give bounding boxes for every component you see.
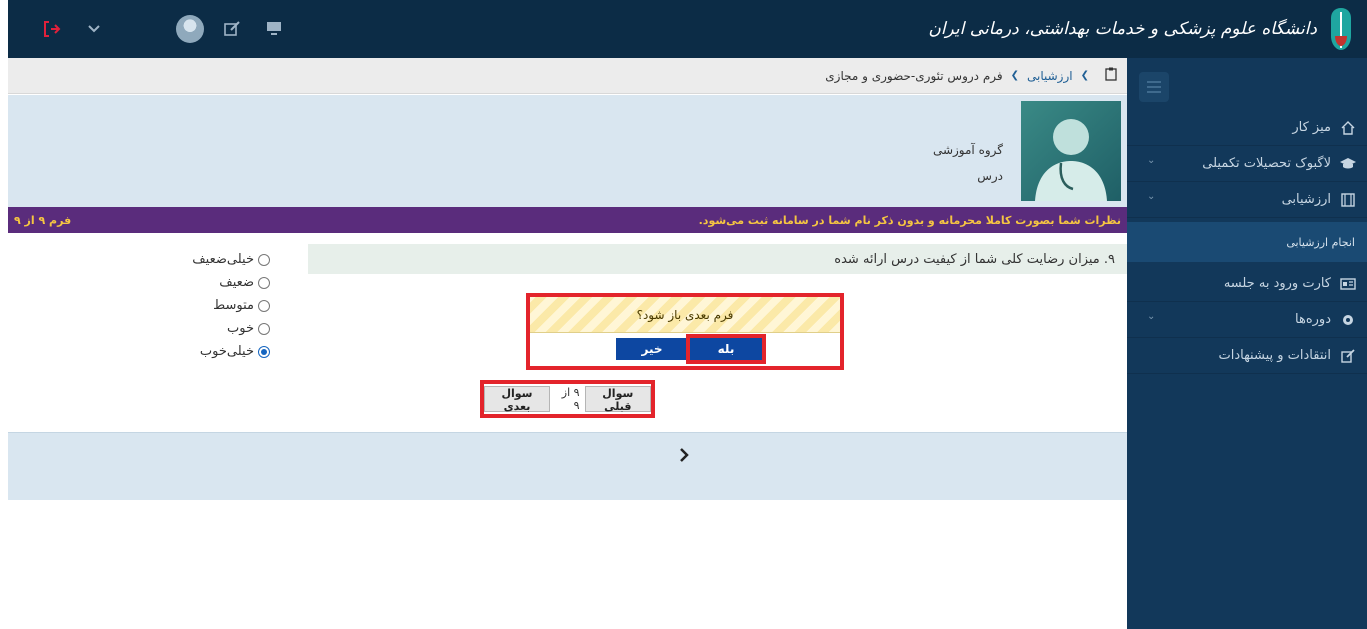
clipboard-icon [1105, 67, 1117, 84]
option-label: ضعیف [219, 275, 254, 290]
radio-button[interactable] [258, 276, 270, 289]
question-text-box: ۹. میزان رضایت کلی شما از کیفیت درس ارائ… [308, 244, 1127, 274]
edit-icon [1339, 347, 1357, 365]
chevron-down-icon: ⌄ [1147, 311, 1156, 322]
option-average[interactable]: متوسط [130, 294, 270, 317]
sidebar-item-label: ارزشیابی [1281, 192, 1331, 207]
edit-icon[interactable] [218, 15, 246, 43]
next-question-button[interactable]: سوال بعدی [484, 386, 550, 413]
sidebar-item-label: میز کار [1292, 120, 1331, 135]
gear-icon [1339, 311, 1357, 329]
no-button[interactable]: خیر [616, 338, 688, 360]
confirm-dialog: فرم بعدی باز شود؟ خیر بله [526, 293, 844, 370]
question-navigation: سوال بعدی ۹ از ۹ سوال قبلی [480, 380, 655, 418]
option-label: خیلی‌ضعیف [192, 252, 254, 267]
sidebar-item-evaluation[interactable]: ارزشیابی ⌄ [1127, 182, 1367, 218]
option-label: متوسط [213, 298, 254, 313]
course-label: درس [977, 169, 1003, 183]
chevron-down-icon: ⌄ [1147, 155, 1156, 166]
radio-button[interactable] [258, 322, 270, 335]
question-counter: ۹ از ۹ [561, 386, 580, 412]
radio-button[interactable] [258, 253, 270, 266]
id-card-icon [1339, 275, 1357, 293]
sidebar-item-entry-card[interactable]: کارت ورود به جلسه [1127, 266, 1367, 302]
sidebar-item-feedback[interactable]: انتقادات و پیشنهادات [1127, 338, 1367, 374]
sidebar-item-label: انتقادات و پیشنهادات [1218, 348, 1331, 363]
sidebar-subitem-label: انجام ارزشیابی [1286, 235, 1355, 249]
question-text: ۹. میزان رضایت کلی شما از کیفیت درس ارائ… [834, 251, 1115, 267]
sidebar-item-label: لاگبوک تحصیلات تکمیلی [1202, 156, 1331, 171]
university-logo-icon [1325, 6, 1357, 52]
form-counter: فرم ۹ از ۹ [14, 213, 72, 227]
sidebar-item-logbook[interactable]: لاگبوک تحصیلات تکمیلی ⌄ [1127, 146, 1367, 182]
option-weak[interactable]: ضعیف [130, 271, 270, 294]
breadcrumb: ❯ ارزشیابی ❯ فرم دروس تئوری-حضوری و مجاز… [8, 58, 1127, 94]
chevron-down-icon[interactable] [80, 15, 108, 43]
home-icon [1339, 119, 1357, 137]
form-icon [1339, 191, 1357, 209]
previous-question-button[interactable]: سوال قبلی [584, 386, 651, 413]
user-avatar[interactable] [176, 15, 204, 43]
breadcrumb-link-evaluation[interactable]: ارزشیابی [1027, 69, 1073, 83]
option-good[interactable]: خوب [130, 317, 270, 340]
toolbar-icons [38, 0, 288, 58]
option-very-weak[interactable]: خیلی‌ضعیف [130, 248, 270, 271]
top-bar: دانشگاه علوم پزشکی و خدمات بهداشتی، درما… [8, 0, 1367, 58]
privacy-notice: نظرات شما بصورت کاملا محرمانه و بدون ذکر… [698, 213, 1121, 227]
exit-icon[interactable] [38, 15, 66, 43]
chevron-right-icon[interactable] [674, 443, 694, 467]
dialog-message-box: فرم بعدی باز شود؟ [530, 297, 840, 333]
dialog-buttons: خیر بله [530, 333, 840, 366]
yes-button[interactable]: بله [690, 338, 762, 360]
privacy-banner: نظرات شما بصورت کاملا محرمانه و بدون ذکر… [8, 207, 1127, 233]
option-label: خوب [227, 321, 254, 336]
option-label: خیلی‌خوب [199, 344, 254, 359]
answer-options: خیلی‌ضعیف ضعیف متوسط خوب خیلی‌خوب [130, 248, 270, 363]
course-info-text: گروه آموزشی درس [933, 137, 1003, 189]
option-very-good[interactable]: خیلی‌خوب [130, 340, 270, 363]
avatar [176, 15, 204, 43]
radio-button-selected[interactable] [258, 345, 270, 358]
brand: دانشگاه علوم پزشکی و خدمات بهداشتی، درما… [928, 6, 1357, 52]
group-label: گروه آموزشی [932, 143, 1003, 157]
university-title: دانشگاه علوم پزشکی و خدمات بهداشتی، درما… [928, 19, 1317, 39]
chevron-down-icon: ⌄ [1147, 191, 1156, 202]
lower-pane [8, 432, 1127, 500]
sidebar: میز کار لاگبوک تحصیلات تکمیلی ⌄ ارزشیابی… [1127, 58, 1367, 629]
hamburger-menu-icon[interactable] [1139, 72, 1169, 102]
breadcrumb-current: فرم دروس تئوری-حضوری و مجازی [825, 68, 1003, 83]
sidebar-item-dashboard[interactable]: میز کار [1127, 110, 1367, 146]
course-info-panel: گروه آموزشی درس [8, 95, 1127, 207]
page-frame [0, 0, 8, 629]
instructor-photo [1021, 101, 1121, 201]
dialog-message: فرم بعدی باز شود؟ [636, 307, 734, 322]
sidebar-item-label: کارت ورود به جلسه [1223, 276, 1331, 291]
chevron-left-icon: ❯ [1080, 70, 1089, 81]
radio-button[interactable] [258, 299, 270, 312]
sidebar-item-label: دوره‌ها [1295, 312, 1331, 327]
graduation-cap-icon [1339, 155, 1357, 173]
chevron-left-icon: ❯ [1010, 70, 1019, 81]
sidebar-item-courses[interactable]: دوره‌ها ⌄ [1127, 302, 1367, 338]
sidebar-menu: میز کار لاگبوک تحصیلات تکمیلی ⌄ ارزشیابی… [1127, 110, 1367, 374]
monitor-icon[interactable] [260, 15, 288, 43]
sidebar-subitem-do-evaluation[interactable]: انجام ارزشیابی [1127, 222, 1367, 262]
